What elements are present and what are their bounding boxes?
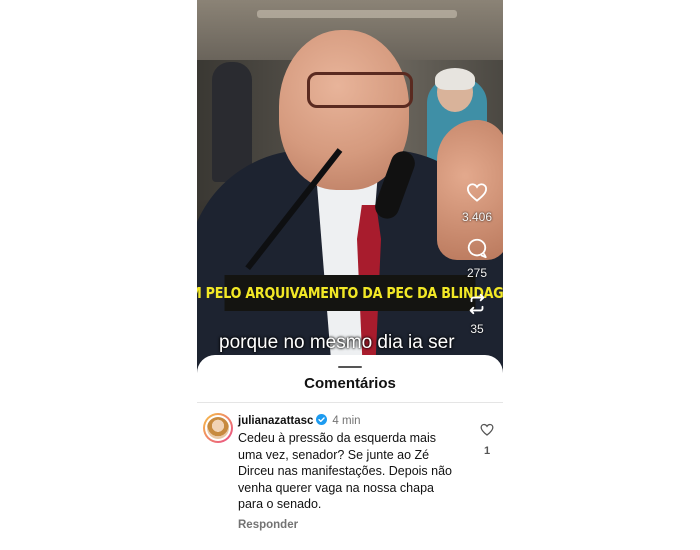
comment-meta: julianazattasc 4 min xyxy=(238,414,361,428)
repost-icon[interactable] xyxy=(465,292,489,316)
video-caption-banner: SIM PELO ARQUIVAMENTO DA PEC DA BLINDAGE… xyxy=(197,275,503,311)
avatar-photo xyxy=(207,417,229,439)
video-speaker-glasses xyxy=(307,72,413,108)
comment-time: 4 min xyxy=(332,415,361,427)
sheet-drag-handle[interactable] xyxy=(338,366,362,368)
comments-sheet: Comentários julianazattasc 4 min Cedeu à… xyxy=(197,355,503,550)
avatar-ring xyxy=(205,415,231,441)
reel-viewer: SIM PELO ARQUIVAMENTO DA PEC DA BLINDAGE… xyxy=(197,0,503,550)
video-scene-light xyxy=(257,10,457,18)
sheet-title: Comentários xyxy=(304,375,396,392)
repost-count: 35 xyxy=(470,322,484,336)
like-count: 3.406 xyxy=(461,210,493,224)
video-scene-person xyxy=(212,62,252,182)
heart-outline-icon[interactable] xyxy=(480,423,494,441)
verified-badge-icon xyxy=(316,414,328,428)
comment-count: 275 xyxy=(466,266,488,280)
avatar[interactable] xyxy=(203,413,233,443)
comment-like-count: 1 xyxy=(483,445,491,457)
reply-button[interactable]: Responder xyxy=(238,519,298,531)
comment-like: 1 xyxy=(479,423,495,457)
comment-username[interactable]: julianazattasc xyxy=(238,415,313,427)
heart-icon[interactable] xyxy=(465,180,489,204)
video-player[interactable]: SIM PELO ARQUIVAMENTO DA PEC DA BLINDAGE… xyxy=(197,0,503,375)
video-scene-person-hair xyxy=(435,68,475,90)
video-actions: 3.406 275 35 xyxy=(459,180,495,348)
comment-bubble-icon[interactable] xyxy=(465,236,489,260)
sheet-divider xyxy=(197,402,503,403)
comment-text: Cedeu à pressão da esquerda mais uma vez… xyxy=(238,431,453,511)
video-subtitle: porque no mesmo dia ia ser xyxy=(219,332,455,353)
